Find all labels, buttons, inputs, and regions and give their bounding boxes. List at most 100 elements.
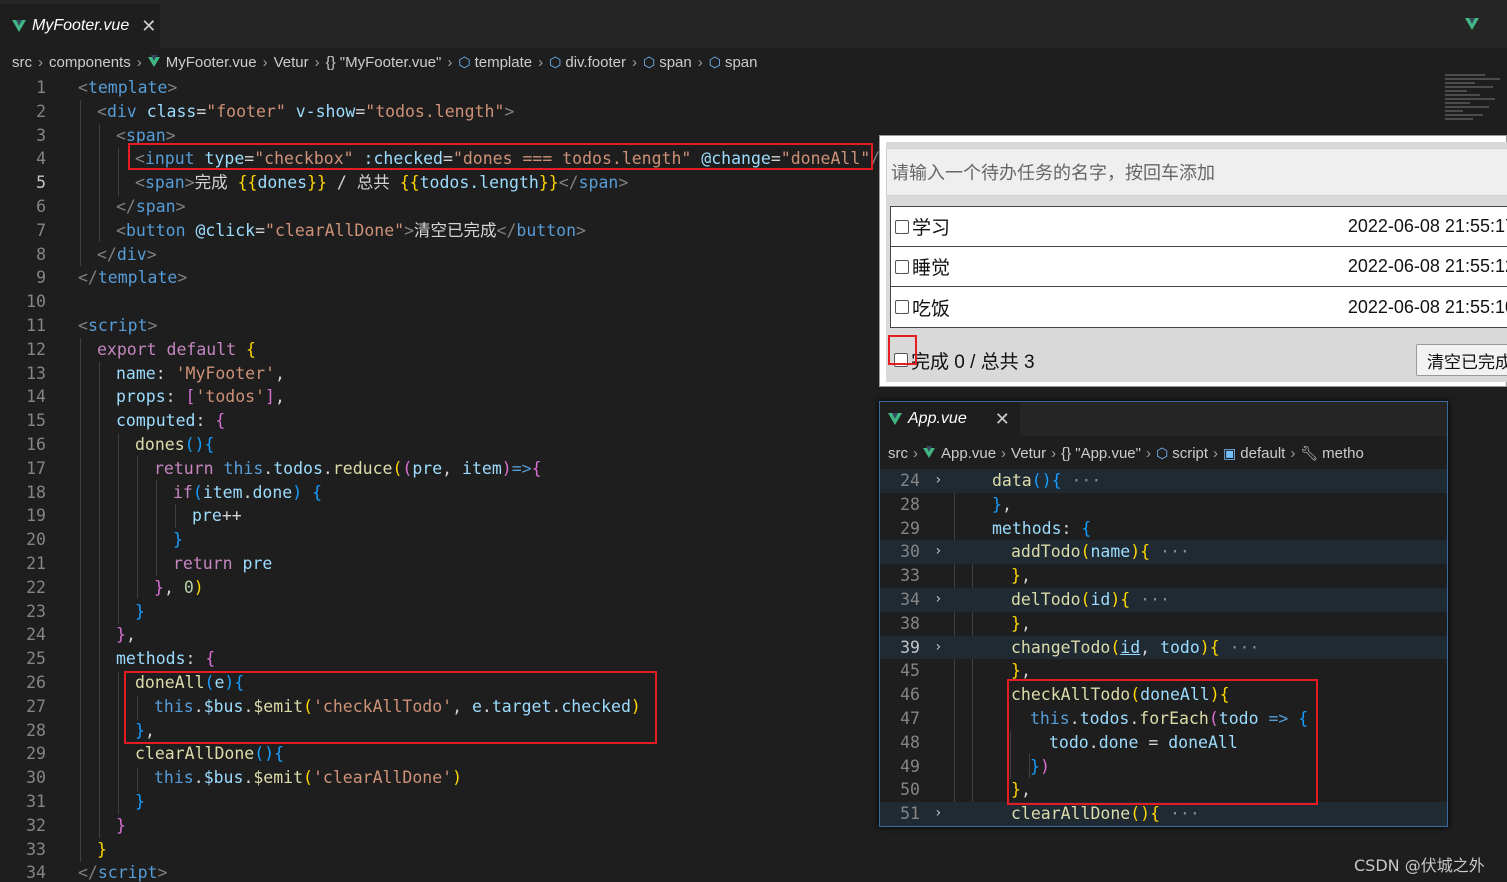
code-token: span: [144, 173, 185, 193]
code-token: ): [1041, 471, 1052, 490]
code-token: @click: [195, 220, 256, 240]
line-number: 21: [26, 553, 46, 573]
code-token: }}: [538, 173, 559, 193]
fold-chevron-icon[interactable]: ›: [934, 802, 942, 826]
todo-input[interactable]: 请输入一个待办任务的名字，按回车添加: [886, 148, 1507, 196]
code-token: ++: [221, 506, 242, 526]
code-token: {: [215, 411, 226, 431]
tab-app-vue[interactable]: App.vue ✕: [880, 402, 1020, 436]
todo-footer: 完成 0 / 总共 3 清空已完成: [890, 340, 1507, 380]
breadcrumb-item[interactable]: metho: [1322, 445, 1364, 462]
breadcrumb-item[interactable]: App.vue: [941, 445, 996, 462]
code-token: ): [193, 577, 204, 597]
code-line: 29 methods: {: [880, 517, 1447, 541]
code-editor[interactable]: 1 <template> 2 <div class="footer" v-show=…: [0, 76, 890, 882]
line-number: 30: [26, 768, 46, 788]
code-token: done: [252, 482, 293, 502]
highlight-box-check-all: [888, 335, 917, 365]
code-token: todos.length: [419, 173, 539, 193]
line-number: 4: [36, 149, 46, 169]
code-token: {: [312, 482, 323, 502]
todo-checkbox[interactable]: [895, 259, 909, 274]
breadcrumb-item[interactable]: {} "MyFooter.vue": [326, 54, 442, 71]
code-token: .: [193, 768, 204, 788]
code-token: ,: [163, 577, 184, 597]
code-line: 51 › clearAllDone(){ ···: [880, 802, 1447, 826]
close-tab-icon[interactable]: ✕: [995, 409, 1010, 430]
code-token: changeTodo: [1011, 637, 1111, 657]
code-token: (: [1080, 542, 1091, 562]
tab-myfooter-vue[interactable]: MyFooter.vue ✕: [0, 4, 160, 48]
close-tab-icon[interactable]: ✕: [141, 16, 156, 37]
vue-file-icon: [12, 20, 26, 32]
line-number: 15: [26, 411, 46, 431]
code-token: ,: [1020, 566, 1031, 586]
code-token: ): [264, 744, 275, 764]
code-token: ): [194, 434, 205, 454]
todo-item[interactable]: 学习 2022-06-08 21:55:17: [891, 207, 1507, 247]
code-token: ,: [274, 387, 285, 407]
todo-item[interactable]: 睡觉 2022-06-08 21:55:12: [891, 247, 1507, 287]
line-number: 39: [900, 637, 920, 657]
breadcrumb-item[interactable]: {} "App.vue": [1061, 445, 1141, 462]
line-number: 23: [26, 601, 46, 621]
breadcrumb-item[interactable]: script: [1172, 445, 1208, 462]
code-line: 13 name: 'MyFooter',: [0, 362, 880, 386]
breadcrumb-item[interactable]: Vetur: [1011, 445, 1046, 462]
fold-chevron-icon[interactable]: ›: [934, 588, 942, 612]
line-number: 14: [26, 387, 46, 407]
breadcrumb-item[interactable]: Vetur: [274, 54, 309, 71]
fold-chevron-icon[interactable]: ›: [934, 636, 942, 660]
breadcrumb-item[interactable]: components: [49, 54, 131, 71]
code-token: {: [204, 434, 215, 454]
breadcrumb-item[interactable]: span: [725, 54, 758, 71]
breadcrumb-item[interactable]: template: [475, 54, 533, 71]
line-number: 27: [26, 696, 46, 716]
breadcrumb-item[interactable]: src: [888, 445, 908, 462]
code-line: 22}, 0): [0, 576, 880, 600]
todo-title: 学习: [912, 218, 951, 239]
code-token: ,: [442, 458, 463, 478]
breadcrumb: src › components › MyFooter.vue › Vetur › {}…: [0, 48, 880, 76]
breadcrumb-item[interactable]: span: [659, 54, 692, 71]
code-token: {: [205, 649, 216, 669]
code-token: <: [78, 315, 88, 335]
vetur-status-icon[interactable]: [1465, 18, 1479, 30]
clear-done-button[interactable]: 清空已完成: [1416, 344, 1507, 376]
breadcrumb-item[interactable]: MyFooter.vue: [166, 54, 257, 71]
todo-checkbox[interactable]: [895, 219, 909, 234]
line-number: 34: [900, 589, 920, 609]
code-token: :: [195, 411, 216, 431]
code-token: {: [531, 458, 542, 478]
code-line: 39 › changeTodo(id, todo){ ···: [880, 635, 1447, 660]
line-number: 38: [900, 613, 920, 633]
line-number: 12: [26, 339, 46, 359]
todo-item[interactable]: 吃饭 2022-06-08 21:55:10: [891, 287, 1507, 327]
breadcrumb-item[interactable]: div.footer: [565, 54, 626, 71]
line-number: 45: [900, 661, 920, 681]
fold-chevron-icon[interactable]: ›: [934, 540, 942, 564]
code-token: "clearAllDone": [265, 220, 405, 240]
todo-title: 睡觉: [912, 258, 951, 279]
breadcrumb-item[interactable]: default: [1240, 445, 1285, 462]
code-token: (: [1080, 589, 1091, 609]
code-token: $emit: [253, 768, 304, 788]
code-line: 34 </script>: [0, 861, 880, 882]
chevron-right-icon: ›: [314, 53, 320, 71]
highlight-box-checkalltodo: [1007, 679, 1318, 805]
code-token: ,: [1001, 494, 1012, 514]
code-token: id: [1120, 637, 1141, 657]
code-token: </: [78, 863, 98, 882]
line-number: 26: [26, 672, 46, 692]
minimap[interactable]: [1445, 74, 1507, 134]
todo-checkbox[interactable]: [895, 300, 909, 314]
fold-chevron-icon[interactable]: ›: [934, 469, 942, 493]
breadcrumb-item[interactable]: src: [12, 54, 32, 71]
code-token: ): [1140, 804, 1151, 824]
code-token: 'MyFooter': [175, 363, 275, 383]
code-token: ): [1199, 637, 1210, 657]
chevron-right-icon: ›: [631, 53, 637, 71]
code-token: computed: [116, 411, 196, 431]
editor-tab-bar: MyFooter.vue ✕: [0, 0, 1507, 48]
